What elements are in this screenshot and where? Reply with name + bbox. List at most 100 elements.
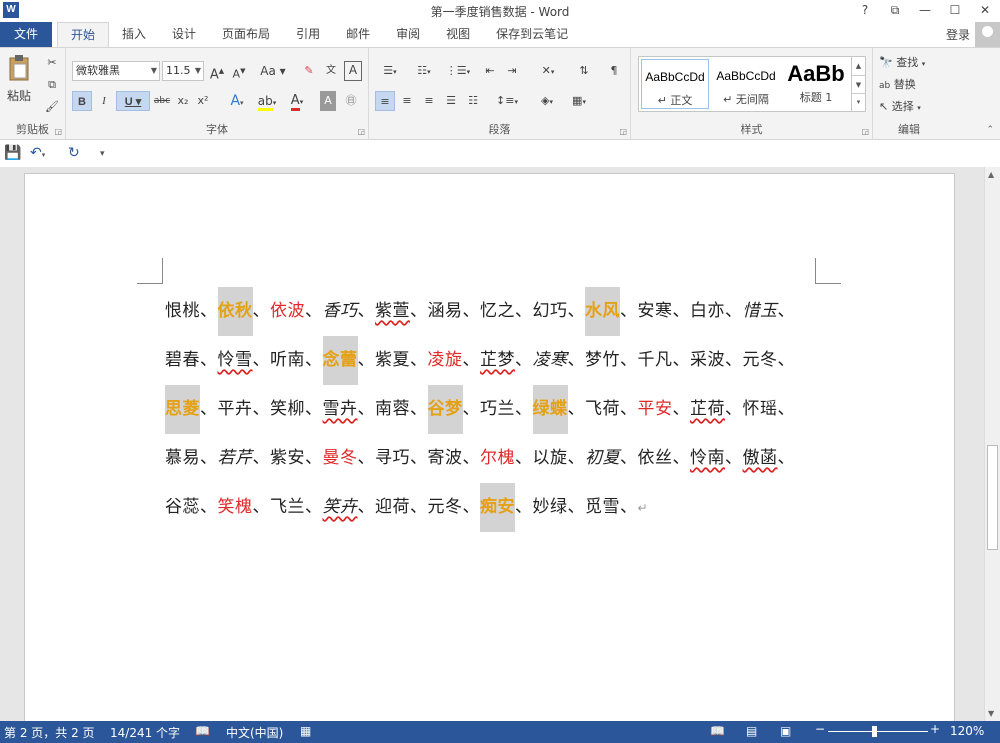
character-shading-icon[interactable]: A xyxy=(320,91,336,111)
scroll-up-icon[interactable]: ▲ xyxy=(988,170,994,179)
grow-font-button[interactable]: A▲ xyxy=(209,61,225,82)
font-size-select[interactable]: 11.5 ▼ xyxy=(162,61,204,81)
web-layout-icon[interactable]: ▣ xyxy=(780,724,791,738)
font-family-select[interactable]: 微软雅黑 ▼ xyxy=(72,61,160,81)
shrink-font-button[interactable]: A▼ xyxy=(231,61,247,81)
style-no-spacing[interactable]: AaBbCcDd ↵ 无间隔 xyxy=(711,59,781,109)
proofing-icon[interactable]: 📖 xyxy=(195,724,210,738)
clipboard-launcher-icon[interactable]: ◲ xyxy=(54,127,62,136)
align-center-icon[interactable]: ≡ xyxy=(397,91,417,111)
tab-2[interactable]: 设计 xyxy=(159,22,209,47)
distributed-icon[interactable]: ☷ xyxy=(463,91,483,111)
ribbon-display-options-icon[interactable]: ⧉ xyxy=(880,0,910,22)
find-button[interactable]: 🔭 查找 ▾ xyxy=(879,53,941,73)
bullets-icon[interactable]: ☰▾ xyxy=(375,61,405,81)
sort-icon[interactable]: ⇅ xyxy=(575,61,593,81)
avatar[interactable] xyxy=(975,22,1000,47)
format-painter-icon[interactable]: 🖌 xyxy=(42,97,62,117)
scroll-down-icon[interactable]: ▼ xyxy=(988,709,994,718)
tab-3[interactable]: 页面布局 xyxy=(209,22,283,47)
clear-formatting-icon[interactable]: ✎ xyxy=(300,61,318,81)
font-launcher-icon[interactable]: ◲ xyxy=(357,127,365,136)
tab-8[interactable]: 保存到云笔记 xyxy=(483,22,581,47)
highlight-color-icon[interactable]: ab▾ xyxy=(254,91,280,111)
change-case-button[interactable]: Aa ▾ xyxy=(258,61,288,81)
name-word: 怜南 xyxy=(690,448,725,468)
tab-5[interactable]: 邮件 xyxy=(333,22,383,47)
justify-icon[interactable]: ☰ xyxy=(441,91,461,111)
collapse-ribbon-icon[interactable]: ⌃ xyxy=(986,125,994,135)
strikethrough-button[interactable]: abc xyxy=(152,91,172,111)
maximize-icon[interactable]: ☐ xyxy=(940,0,970,22)
align-left-icon[interactable]: ≡ xyxy=(375,91,395,111)
tab-1[interactable]: 插入 xyxy=(109,22,159,47)
read-mode-icon[interactable]: 📖 xyxy=(710,724,725,738)
subscript-button[interactable]: x₂ xyxy=(174,91,192,111)
document-body[interactable]: 恨桃、依秋、依波、香巧、紫萱、涵易、忆之、幻巧、水风、安寒、白亦、惜玉、 碧春、怜… xyxy=(165,287,825,533)
name-word: 依秋 xyxy=(217,287,253,336)
replace-button[interactable]: ab 替换 xyxy=(879,75,941,95)
minimize-icon[interactable]: — xyxy=(910,0,940,22)
zoom-level[interactable]: 120% xyxy=(950,724,984,738)
more-styles-icon[interactable]: ▾ xyxy=(852,93,865,110)
chevron-down-icon[interactable]: ▼ xyxy=(852,75,865,93)
select-button[interactable]: ↖ 选择 ▾ xyxy=(879,97,941,117)
superscript-button[interactable]: x² xyxy=(194,91,212,111)
tab-0[interactable]: 开始 xyxy=(57,22,110,48)
font-color-icon[interactable]: A▾ xyxy=(284,91,310,111)
macro-icon[interactable]: ▦ xyxy=(300,724,311,738)
zoom-slider[interactable] xyxy=(828,731,928,732)
tab-file[interactable]: 文件 xyxy=(0,22,52,47)
separator: 、 xyxy=(725,399,743,419)
save-icon[interactable]: 💾 xyxy=(4,145,21,161)
text-effects-icon[interactable]: A▾ xyxy=(224,91,250,111)
increase-indent-icon[interactable]: ⇥ xyxy=(503,61,521,81)
window-controls: ? ⧉ — ☐ ✕ xyxy=(850,0,1000,22)
styles-launcher-icon[interactable]: ◲ xyxy=(861,127,869,136)
numbering-icon[interactable]: ☷▾ xyxy=(409,61,439,81)
zoom-in-button[interactable]: + xyxy=(930,722,940,736)
character-border-icon[interactable]: A xyxy=(344,61,362,81)
phonetic-guide-icon[interactable]: 文 xyxy=(322,61,340,81)
style-normal[interactable]: AaBbCcDd ↵ 正文 xyxy=(641,59,709,109)
borders-icon[interactable]: ▦▾ xyxy=(565,91,593,111)
login-link[interactable]: 登录 xyxy=(946,26,970,43)
page[interactable]: 恨桃、依秋、依波、香巧、紫萱、涵易、忆之、幻巧、水风、安寒、白亦、惜玉、 碧春、怜… xyxy=(24,173,955,733)
styles-gallery-scroll[interactable]: ▲ ▼ ▾ xyxy=(851,57,865,111)
scroll-thumb[interactable] xyxy=(987,445,998,550)
zoom-out-button[interactable]: − xyxy=(815,722,825,736)
undo-icon[interactable]: ↶▾ xyxy=(30,145,45,161)
bold-button[interactable]: B xyxy=(72,91,92,111)
vertical-scrollbar[interactable]: ▲ ▼ xyxy=(984,167,1000,721)
copy-icon[interactable]: ⧉ xyxy=(42,75,62,95)
tab-4[interactable]: 引用 xyxy=(283,22,333,47)
redo-icon[interactable]: ↻ xyxy=(68,145,80,161)
cut-icon[interactable]: ✂ xyxy=(42,53,62,73)
document-area: 恨桃、依秋、依波、香巧、紫萱、涵易、忆之、幻巧、水风、安寒、白亦、惜玉、 碧春、怜… xyxy=(0,167,984,733)
page-indicator[interactable]: 第 2 页，共 2 页 xyxy=(4,724,95,741)
paragraph-launcher-icon[interactable]: ◲ xyxy=(619,127,627,136)
shading-icon[interactable]: ◈▾ xyxy=(533,91,561,111)
line-spacing-icon[interactable]: ↕≡▾ xyxy=(493,91,521,111)
chinese-layout-icon[interactable]: ✕▾ xyxy=(533,61,563,81)
zoom-slider-thumb[interactable] xyxy=(872,726,877,737)
decrease-indent-icon[interactable]: ⇤ xyxy=(481,61,499,81)
help-icon[interactable]: ? xyxy=(850,0,880,22)
tab-7[interactable]: 视图 xyxy=(433,22,483,47)
close-icon[interactable]: ✕ xyxy=(970,0,1000,22)
tab-6[interactable]: 审阅 xyxy=(383,22,433,47)
word-count[interactable]: 14/241 个字 xyxy=(110,724,180,741)
print-layout-icon[interactable]: ▤ xyxy=(746,724,757,738)
italic-button[interactable]: I xyxy=(95,91,113,111)
style-heading-1[interactable]: AaBb 标题 1 xyxy=(783,59,849,109)
align-right-icon[interactable]: ≡ xyxy=(419,91,439,111)
language-indicator[interactable]: 中文(中国) xyxy=(226,724,283,741)
underline-button[interactable]: U ▾ xyxy=(116,91,150,111)
name-word: 怀瑶 xyxy=(742,399,778,419)
show-marks-icon[interactable]: ¶ xyxy=(605,61,623,81)
multilevel-list-icon[interactable]: ⋮☰▾ xyxy=(443,61,473,81)
paste-button[interactable]: 粘贴 xyxy=(4,54,34,104)
enclose-characters-icon[interactable]: ㊐ xyxy=(342,91,360,111)
customize-qat-icon[interactable]: ▾ xyxy=(100,149,105,159)
chevron-up-icon[interactable]: ▲ xyxy=(852,57,865,75)
